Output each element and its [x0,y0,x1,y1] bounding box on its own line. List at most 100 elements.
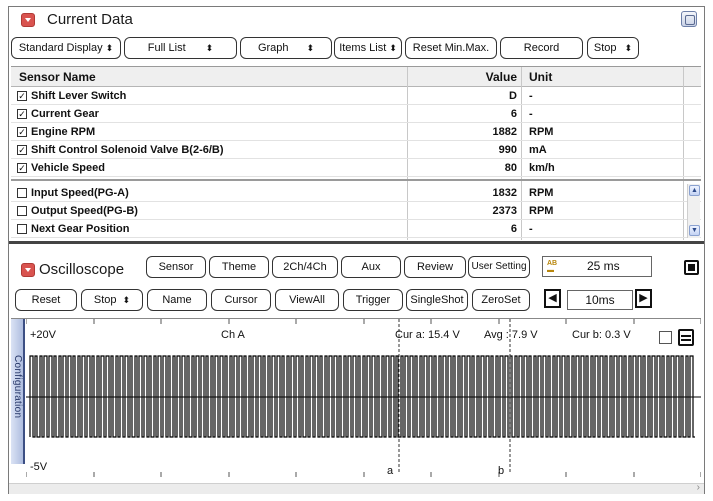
theme-button[interactable]: Theme [209,256,269,278]
single-shot-button[interactable]: SingleShot [406,289,468,311]
items-list-select[interactable]: Items List ⬍ [334,37,402,59]
items-list-label: Items List [339,42,387,54]
table-header: Sensor Name Value Unit [11,67,701,87]
collapse-icon[interactable] [21,13,35,27]
cursor-a-readout: Cur a: 15.4 V [395,329,460,341]
review-button[interactable]: Review [404,256,466,278]
channels-button[interactable]: 2Ch/4Ch [272,256,338,278]
reset-minmax-button[interactable]: Reset Min.Max. [405,37,497,59]
scale-bottom-label: -5V [30,461,48,473]
row-name: Current Gear [31,108,99,120]
col-value: Value [485,70,517,84]
table-row[interactable]: ✓ Engine RPM 1882 RPM [11,123,701,141]
scale-top-label: +20V [30,329,56,341]
list-select[interactable]: Full List ⬍ [124,37,237,59]
horizontal-scrollbar[interactable] [9,482,704,494]
stop-select[interactable]: Stop ⬍ [587,37,639,59]
prev-icon[interactable]: ◀ [544,289,561,308]
oscilloscope-title: Oscilloscope [39,261,125,278]
row-unit: RPM [529,126,554,138]
configuration-tab[interactable]: Configuration [11,319,25,464]
display-select-label: Standard Display [18,42,103,54]
maximize-icon[interactable] [681,11,697,27]
configuration-label: Configuration [12,355,23,419]
row-checkbox[interactable] [17,188,27,198]
row-value: 6 [510,108,517,120]
average-readout: Avg : 7.9 V [484,329,538,341]
cursor-button[interactable]: Cursor [211,289,271,311]
row-value: 1882 [492,126,517,138]
scope-stop-label: Stop [93,294,117,306]
table-scrollbar[interactable]: ▲ ▼ [687,184,700,238]
row-checkbox[interactable]: ✓ [17,163,27,173]
row-name: Input Speed(PG-A) [31,187,129,199]
row-value: 80 [504,162,517,174]
sensor-button[interactable]: Sensor [146,256,206,278]
updown-icon: ⬍ [105,43,114,53]
user-setting-button[interactable]: User Setting [468,256,530,278]
stop-select-label: Stop [593,42,617,54]
scroll-down-icon[interactable]: ▼ [689,225,700,236]
row-name: Engine RPM [31,126,96,138]
collapse-icon[interactable] [21,263,35,277]
updown-icon: ⬍ [205,43,214,53]
panel-divider[interactable] [9,241,704,244]
row-checkbox[interactable]: ✓ [17,127,27,137]
fixed-rows-separator [11,179,701,181]
current-data-header: Current Data [9,7,704,32]
aux-button[interactable]: Aux [341,256,401,278]
view-all-button[interactable]: ViewAll [275,289,339,311]
sample-rate-display: AB ▬ 25 ms [542,256,652,277]
updown-icon: ⬍ [624,43,633,53]
col-unit: Unit [529,70,553,84]
table-row[interactable]: Output Speed(PG-B) 2373 RPM [11,202,701,220]
table-row[interactable]: Next Gear Position 6 - [11,220,701,238]
row-checkbox[interactable] [17,206,27,216]
table-row[interactable]: ✓ Current Gear 6 - [11,105,701,123]
row-unit: km/h [529,162,555,174]
trigger-button[interactable]: Trigger [343,289,403,311]
zero-set-button[interactable]: ZeroSet [472,289,530,311]
channel-label: Ch A [221,329,245,341]
table-row[interactable]: ✓ Vehicle Speed 80 km/h [11,159,701,177]
table-row[interactable]: Input Speed(PG-A) 1832 RPM [11,184,701,202]
memory-icon[interactable] [678,329,694,346]
reset-button[interactable]: Reset [15,289,77,311]
next-icon[interactable]: ▶ [635,289,652,308]
col-sensor-name: Sensor Name [19,70,96,84]
row-unit: RPM [529,205,554,217]
list-select-label: Full List [147,42,186,54]
main-window: Current Data Standard Display ⬍ Full List… [8,6,705,494]
row-unit: RPM [529,187,554,199]
row-unit: - [529,108,533,120]
row-value: 2373 [492,205,517,217]
cursor-b-readout: Cur b: 0.3 V [572,329,631,341]
row-checkbox[interactable]: ✓ [17,91,27,101]
table-row[interactable]: ✓ Shift Lever Switch D - [11,87,701,105]
display-select[interactable]: Standard Display ⬍ [11,37,121,59]
overlay-checkbox[interactable] [659,331,672,344]
name-button[interactable]: Name [147,289,207,311]
table-row[interactable]: ✓ Shift Control Solenoid Valve B(2-6/B) … [11,141,701,159]
waveform-trace [29,355,695,438]
row-value: 6 [510,223,517,235]
row-value: 990 [498,144,517,156]
row-name: Shift Control Solenoid Valve B(2-6/B) [31,144,224,156]
row-checkbox[interactable]: ✓ [17,109,27,119]
graph-select-label: Graph [257,42,289,54]
sensor-table: Sensor Name Value Unit ✓ Shift Lever Swi… [11,66,701,240]
record-button[interactable]: Record [500,37,583,59]
scroll-up-icon[interactable]: ▲ [689,185,700,196]
ab-icon: AB ▬ [547,260,558,274]
waveform-plot[interactable] [26,319,701,477]
row-value: 1832 [492,187,517,199]
row-value: D [509,90,517,102]
scope-stop-select[interactable]: Stop ⬍ [81,289,143,311]
graph-select[interactable]: Graph ⬍ [240,37,332,59]
scope-area[interactable]: Configuration +20V -5V Ch A Cur a: 15.4 … [11,318,701,477]
updown-icon: ⬍ [389,43,397,53]
row-unit: mA [529,144,547,156]
row-checkbox[interactable]: ✓ [17,145,27,155]
stop-icon[interactable] [684,260,699,275]
row-checkbox[interactable] [17,224,27,234]
